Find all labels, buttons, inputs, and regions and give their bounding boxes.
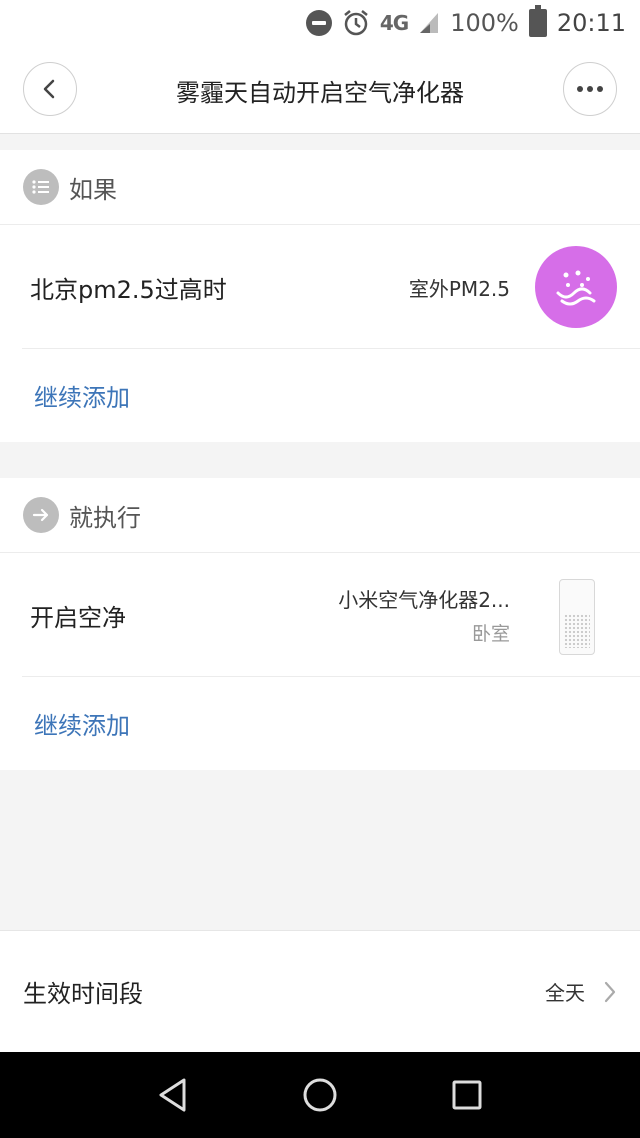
device-name: 小米空气净化器2... [338,588,510,612]
nav-recents-button[interactable] [443,1071,491,1119]
if-section: 如果 北京pm2.5过高时 室外PM2.5 继续添加 [0,150,640,442]
then-add-button[interactable]: 继续添加 [0,677,640,769]
circle-home-icon [303,1078,337,1112]
page-title: 雾霾天自动开启空气净化器 [176,78,464,107]
chevron-left-icon [43,79,55,99]
device-room: 卧室 [471,623,510,645]
then-section: 就执行 开启空净 小米空气净化器2... 卧室 继续添加 [0,478,640,770]
nav-back-button[interactable] [149,1071,197,1119]
then-section-header: 就执行 [0,478,640,553]
if-section-header: 如果 [0,150,640,225]
chevron-right-icon [604,981,616,1002]
network-label: 4G [379,11,409,35]
pm25-face-icon [535,246,617,328]
alarm-icon [342,9,370,37]
time-period-row[interactable]: 生效时间段 全天 [0,930,640,1052]
more-dots-icon [577,86,603,92]
if-label: 如果 [69,175,117,204]
action-title: 开启空净 [30,603,126,632]
nav-home-button[interactable] [296,1071,344,1119]
time-period-label: 生效时间段 [23,980,143,1008]
air-purifier-icon [559,579,595,655]
arrow-right-icon [23,497,59,533]
triangle-back-icon [159,1078,186,1112]
more-button[interactable] [563,62,617,116]
back-button[interactable] [23,62,77,116]
system-nav-bar [0,1052,640,1138]
do-not-disturb-icon [305,10,332,36]
condition-row[interactable]: 北京pm2.5过高时 室外PM2.5 [22,225,640,349]
status-bar: 4G 100% 20:11 [0,0,640,46]
condition-source: 室外PM2.5 [408,276,510,301]
square-recents-icon [452,1080,482,1110]
action-row[interactable]: 开启空净 小米空气净化器2... 卧室 [22,553,640,677]
time-period-value: 全天 [545,981,585,1005]
signal-icon [418,11,440,35]
header: 雾霾天自动开启空气净化器 [0,46,640,134]
condition-title: 北京pm2.5过高时 [30,275,227,304]
device-info: 小米空气净化器2... 卧室 [338,553,510,677]
battery-icon [528,5,547,37]
clock: 20:11 [556,9,626,37]
if-add-button[interactable]: 继续添加 [0,349,640,441]
list-icon [23,169,59,205]
battery-percent: 100% [450,9,519,37]
condition-source-wrap: 室外PM2.5 [409,225,510,349]
then-label: 就执行 [69,503,141,532]
